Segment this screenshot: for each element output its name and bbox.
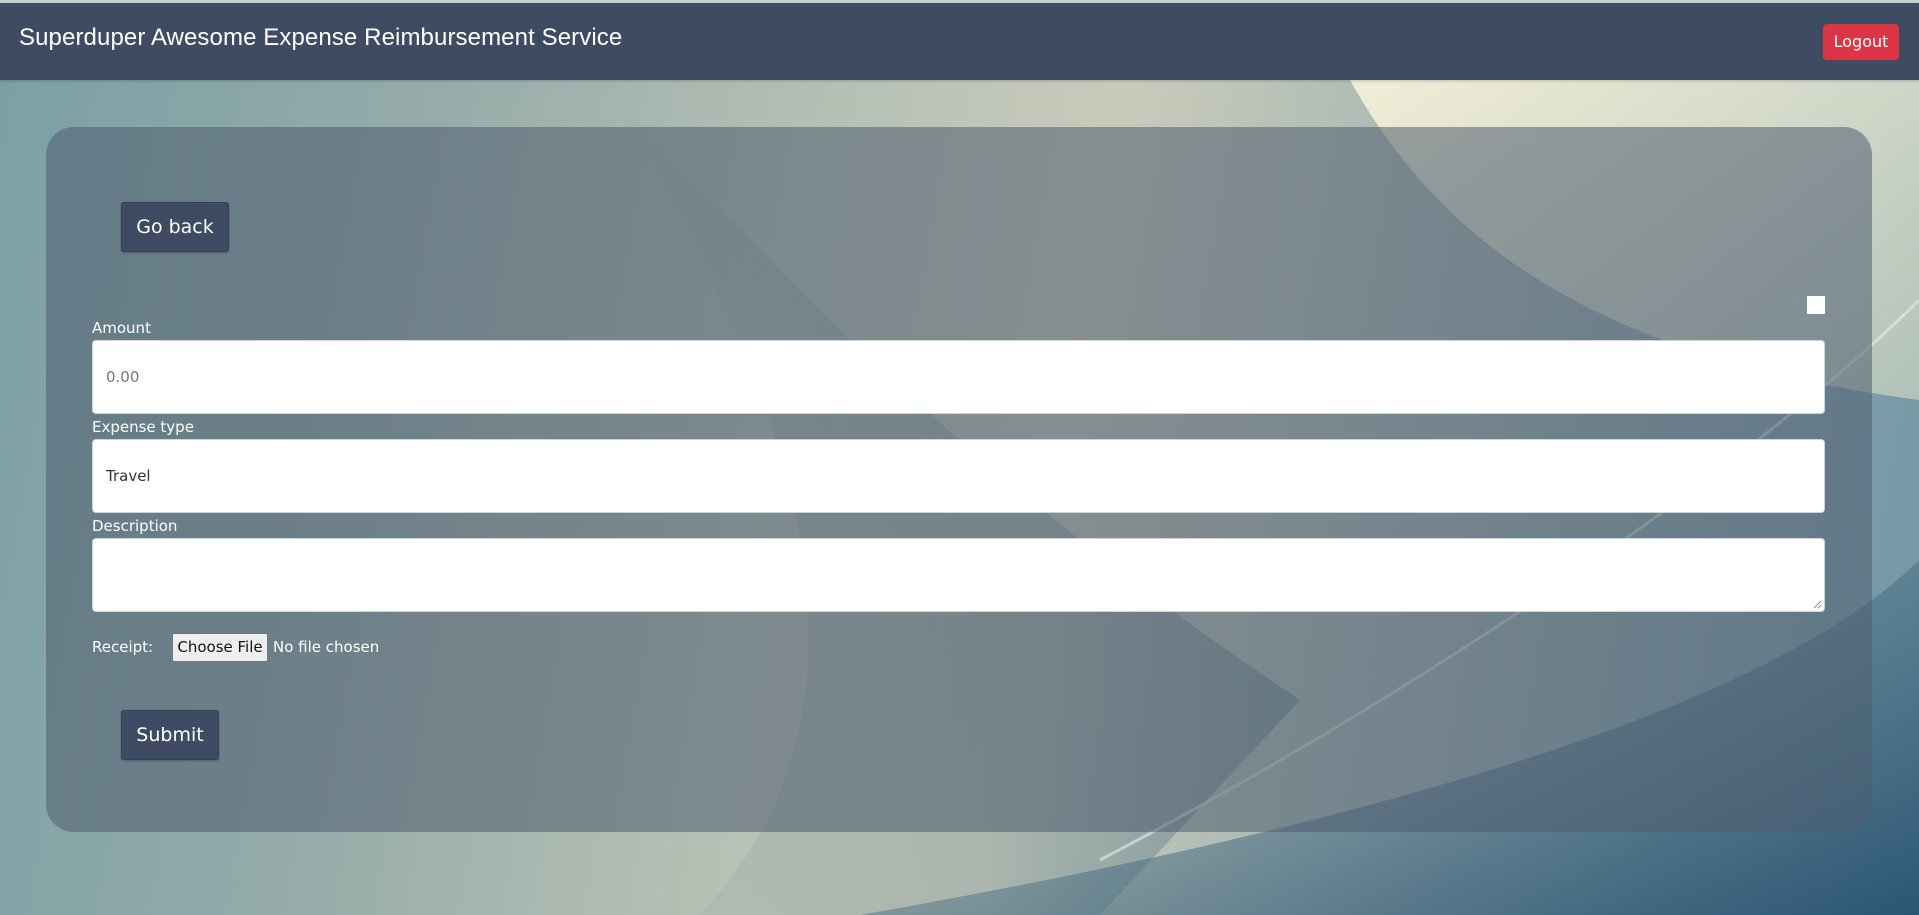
expense-form-card: Go back Amount 0.00 Expense type Travel …	[46, 127, 1872, 832]
description-textarea[interactable]	[92, 538, 1825, 612]
submit-button[interactable]: Submit	[121, 710, 219, 760]
expense-type-label: Expense type	[92, 418, 194, 436]
file-status-text: No file chosen	[273, 638, 380, 656]
resize-grip-icon[interactable]	[1813, 600, 1822, 609]
amount-input[interactable]: 0.00	[92, 340, 1825, 414]
expense-type-input[interactable]: Travel	[92, 439, 1825, 513]
go-back-button[interactable]: Go back	[121, 202, 229, 252]
app-title: Superduper Awesome Expense Reimbursement…	[19, 24, 623, 51]
amount-placeholder: 0.00	[106, 368, 140, 386]
choose-file-button[interactable]: Choose File	[172, 633, 268, 662]
expense-type-value: Travel	[106, 467, 151, 485]
checkbox[interactable]	[1807, 296, 1825, 314]
receipt-label: Receipt:	[92, 638, 154, 656]
logout-button[interactable]: Logout	[1823, 24, 1899, 60]
description-label: Description	[92, 517, 178, 535]
app-header: Superduper Awesome Expense Reimbursement…	[0, 3, 1919, 80]
amount-label: Amount	[92, 319, 151, 337]
